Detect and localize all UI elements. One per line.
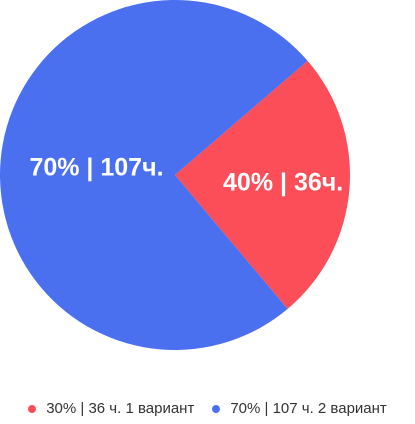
legend-marker-1 <box>28 404 37 413</box>
chart-legend: 30% | 36 ч. 1 вариант 70% | 107 ч. 2 вар… <box>0 400 415 417</box>
legend-item-1: 30% | 36 ч. 1 вариант <box>28 400 194 417</box>
legend-label-1: 30% | 36 ч. 1 вариант <box>46 400 195 417</box>
pie-slice-label-1: 40% | 36ч. <box>223 168 343 196</box>
legend-marker-2 <box>212 404 221 413</box>
pie-slice-label-2: 70% | 107ч. <box>29 153 163 181</box>
pie-chart: 40% | 36ч. 70% | 107ч. <box>0 0 351 350</box>
legend-item-2: 70% | 107 ч. 2 вариант <box>212 400 387 417</box>
legend-label-2: 70% | 107 ч. 2 вариант <box>230 400 387 417</box>
